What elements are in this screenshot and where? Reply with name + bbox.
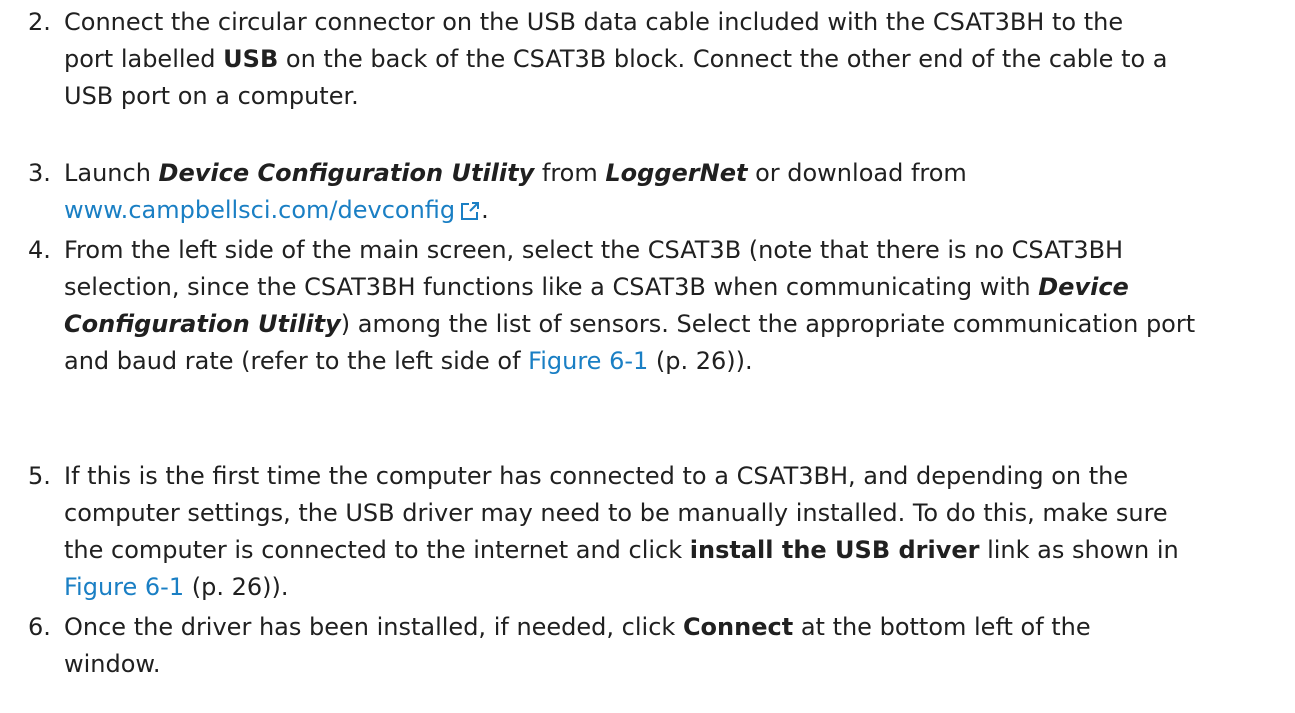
step-number: 4. [28, 236, 51, 264]
text-line: window. [64, 646, 1264, 683]
product-name: LoggerNet [605, 159, 748, 187]
text-segment: (p. 26)). [648, 347, 753, 375]
step-text: From the left side of the main screen, s… [64, 232, 1264, 380]
text-line: If this is the first time the computer h… [64, 458, 1264, 495]
text-line: Connect the circular connector on the US… [64, 4, 1264, 41]
text-segment: . [481, 196, 489, 224]
step-number: 3. [28, 159, 51, 187]
product-name: Device [1038, 273, 1129, 301]
bold-term: USB [223, 45, 279, 73]
text-segment: on the back of the CSAT3B block. Connect… [278, 45, 1168, 73]
step-text: Launch Device Configuration Utility from… [64, 155, 1264, 233]
text-segment: from [534, 159, 606, 187]
text-line: www.campbellsci.com/devconfig. [64, 192, 1264, 233]
product-name: Device Configuration Utility [158, 159, 535, 187]
text-line: selection, since the CSAT3BH functions l… [64, 269, 1264, 306]
text-segment: Once the driver has been installed, if n… [64, 613, 683, 641]
bold-term: Connect [682, 613, 794, 641]
hyperlink[interactable]: Figure 6-1 [528, 347, 648, 375]
step-number: 5. [28, 462, 51, 490]
text-segment: (p. 26)). [184, 573, 289, 601]
text-line: Once the driver has been installed, if n… [64, 609, 1264, 646]
text-line: port labelled USB on the back of the CSA… [64, 41, 1264, 78]
text-segment: From the left side of the main screen, s… [64, 236, 1124, 264]
text-segment: ) among the list of sensors. Select the … [340, 310, 1196, 338]
text-line: computer settings, the USB driver may ne… [64, 495, 1264, 532]
text-segment: the computer is connected to the interne… [64, 536, 690, 564]
text-line: Configuration Utility) among the list of… [64, 306, 1264, 343]
text-line: and baud rate (refer to the left side of… [64, 343, 1264, 380]
text-segment: Connect the circular connector on the US… [64, 8, 1124, 36]
text-segment: and baud rate (refer to the left side of [64, 347, 529, 375]
text-line: the computer is connected to the interne… [64, 532, 1264, 569]
text-segment: link as shown in [979, 536, 1179, 564]
external-link-icon[interactable] [459, 196, 481, 233]
text-segment: computer settings, the USB driver may ne… [64, 499, 1168, 527]
bold-term: install the USB driver [689, 536, 980, 564]
text-segment: port labelled [64, 45, 224, 73]
text-line: Launch Device Configuration Utility from… [64, 155, 1264, 192]
step-number: 6. [28, 613, 51, 641]
text-segment: window. [64, 650, 161, 678]
text-segment: If this is the first time the computer h… [64, 462, 1129, 490]
text-segment: at the bottom left of the [793, 613, 1091, 641]
text-segment: selection, since the CSAT3BH functions l… [64, 273, 1039, 301]
hyperlink[interactable]: www.campbellsci.com/devconfig [64, 196, 455, 224]
text-segment: USB port on a computer. [64, 82, 359, 110]
text-line: Figure 6-1 (p. 26)). [64, 569, 1264, 606]
text-line: USB port on a computer. [64, 78, 1264, 115]
instruction-steps: 2. Connect the circular connector on the … [0, 0, 1295, 713]
step-text: Once the driver has been installed, if n… [64, 609, 1264, 683]
text-segment: or download from [747, 159, 967, 187]
product-name: Configuration Utility [64, 310, 341, 338]
text-segment: Launch [64, 159, 159, 187]
text-line: From the left side of the main screen, s… [64, 232, 1264, 269]
step-text: If this is the first time the computer h… [64, 458, 1264, 606]
hyperlink[interactable]: Figure 6-1 [64, 573, 184, 601]
step-number: 2. [28, 8, 51, 36]
step-text: Connect the circular connector on the US… [64, 4, 1264, 115]
